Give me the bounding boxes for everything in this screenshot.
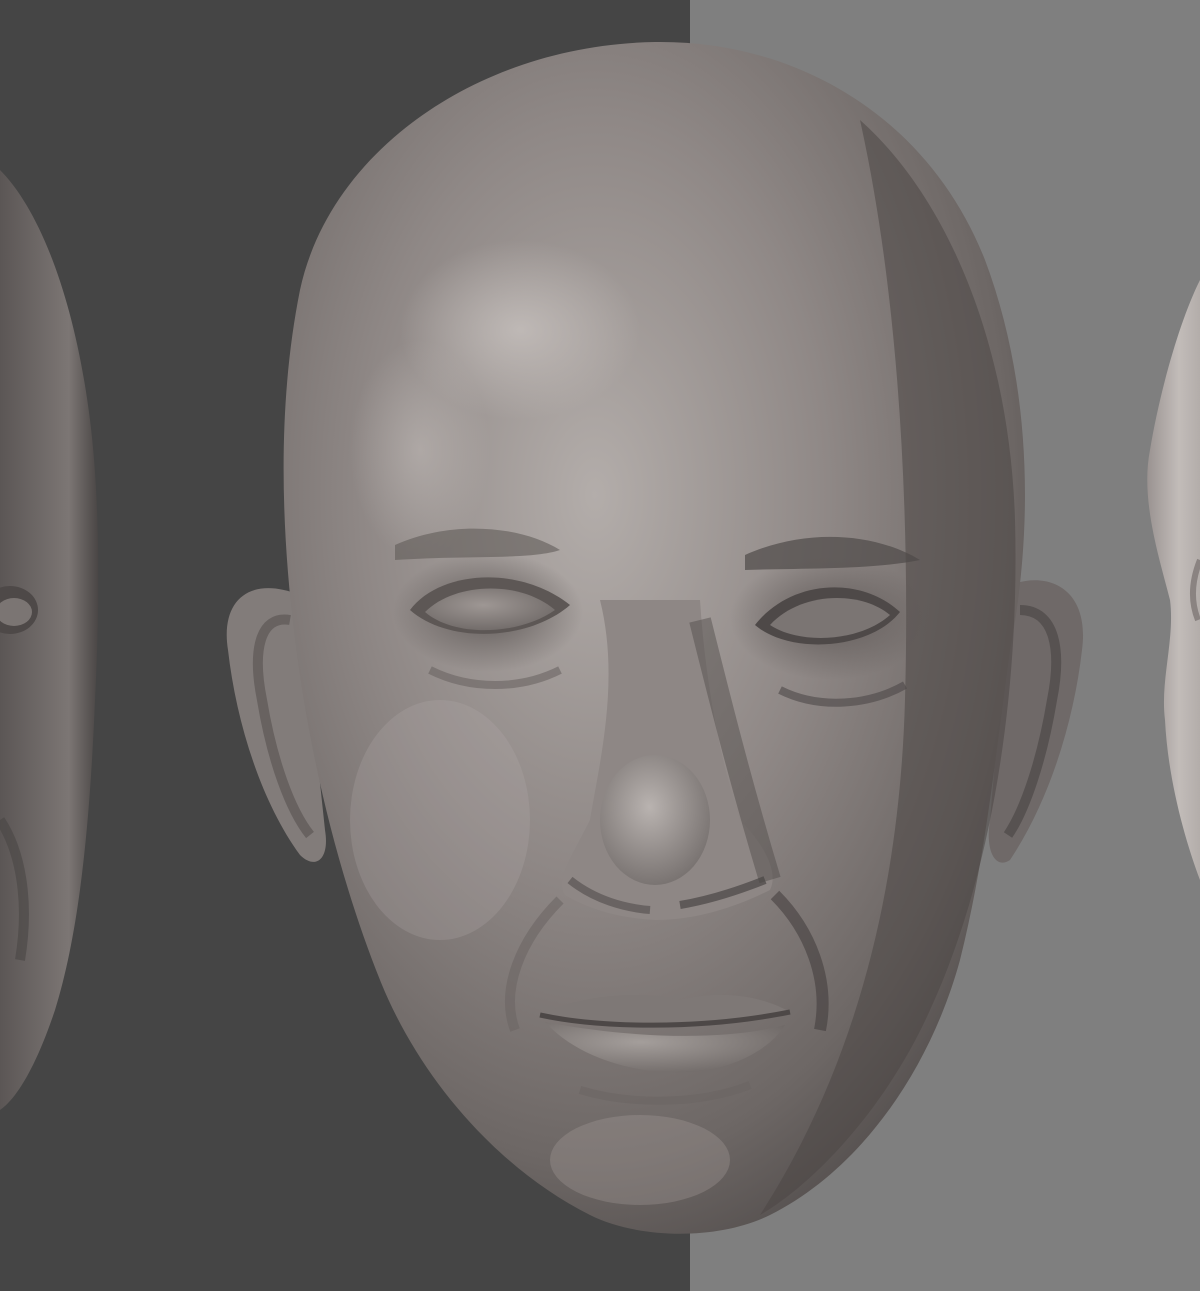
sculpt-scene (0, 41, 1200, 1234)
render-canvas (0, 0, 1200, 1291)
right-head-partial (1147, 280, 1200, 880)
center-head (226, 41, 1084, 1234)
left-head-partial (0, 170, 99, 1110)
